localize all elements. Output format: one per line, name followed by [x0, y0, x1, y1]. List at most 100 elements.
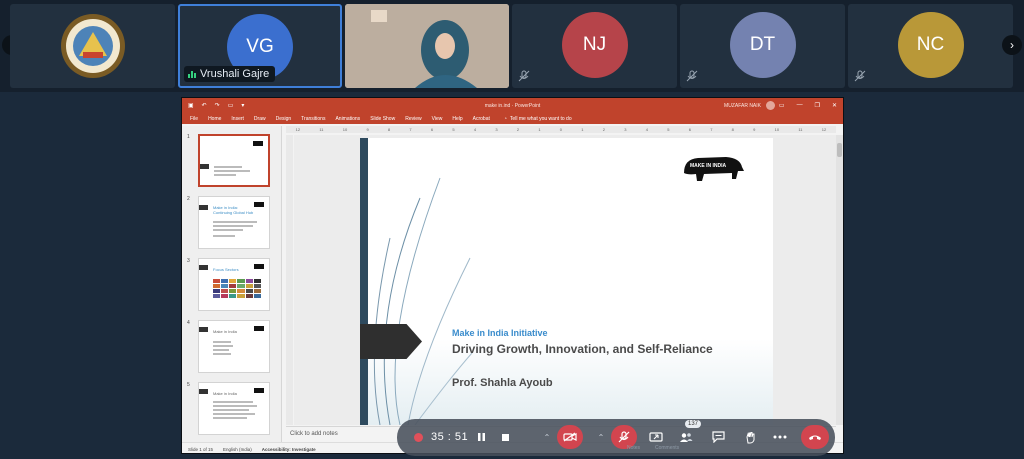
ruler-tick: 10 — [342, 127, 348, 132]
mic-off-icon — [618, 431, 630, 443]
participant-video-tile[interactable] — [345, 4, 509, 88]
language-status[interactable]: English (India) — [223, 447, 252, 452]
tab-insert[interactable]: Insert — [231, 116, 244, 122]
scrollbar-thumb[interactable] — [837, 143, 842, 157]
ruler-tick: 11 — [798, 127, 803, 132]
thumbnail-text-line — [213, 405, 257, 407]
video-feed — [345, 4, 509, 88]
tab-review[interactable]: Review — [405, 116, 421, 122]
make-in-india-lion-logo: MAKE IN INDIA — [682, 153, 746, 183]
ruler-tick: 11 — [319, 127, 324, 132]
stop-recording-button[interactable] — [497, 425, 513, 449]
window-controls: ▭ — ❐ ✕ — [779, 102, 837, 109]
maximize-icon[interactable]: ❐ — [815, 102, 820, 109]
user-name[interactable]: MUZAFAR NAIK — [724, 103, 761, 109]
ribbon-display-icon[interactable]: ▭ — [779, 102, 785, 109]
participant-strip: ‹ VG Vrushali Gajre NJ DT — [0, 0, 1024, 92]
tab-slide-show[interactable]: Slide Show — [370, 116, 395, 122]
slide-thumbnail-1[interactable] — [198, 134, 270, 187]
participant-tile-dt[interactable]: DT — [680, 4, 845, 88]
participant-tile-nj[interactable]: NJ — [512, 4, 677, 88]
slide-thumbnail-2[interactable]: Make in India: Continuing Global Hub — [198, 196, 270, 249]
thumbnail-logo — [254, 388, 264, 393]
thumbnail-logo — [254, 326, 264, 331]
slide-thumbnail-3[interactable]: Focus Sectors — [198, 258, 270, 311]
tab-transitions[interactable]: Transitions — [301, 116, 325, 122]
camera-off-button[interactable] — [557, 425, 583, 449]
minimize-icon[interactable]: — — [797, 102, 803, 109]
tab-home[interactable]: Home — [208, 116, 221, 122]
participant-tile-logo[interactable] — [10, 4, 175, 88]
current-slide[interactable]: MAKE IN INDIA Make in India Initiative D… — [360, 138, 773, 425]
thumbnail-number: 3 — [187, 258, 190, 264]
participant-name: Vrushali Gajre — [200, 68, 270, 80]
ruler-tick: 7 — [409, 127, 412, 132]
thumbnail-text-line — [213, 417, 247, 419]
avatar: NJ — [561, 12, 628, 78]
avatar: NC — [897, 12, 964, 78]
pause-recording-button[interactable] — [473, 425, 489, 449]
chat-button[interactable] — [707, 425, 729, 449]
ruler-tick: 1 — [538, 127, 541, 132]
slide-thumbnail-4[interactable]: Make in India — [198, 320, 270, 373]
leave-meeting-button[interactable] — [801, 425, 829, 449]
ruler-tick: 2 — [516, 127, 520, 132]
chevron-right-icon[interactable]: › — [1002, 35, 1022, 55]
ruler-tick: 12 — [821, 127, 827, 132]
accessibility-status[interactable]: Accessibility: Investigate — [262, 447, 316, 452]
mic-off-icon — [854, 70, 866, 82]
tell-me-search[interactable]: ◔ Tell me what you want to do — [504, 116, 572, 122]
stop-icon — [501, 433, 509, 441]
chevron-up-icon[interactable]: ⌃ — [541, 425, 553, 449]
ruler-tick: 7 — [710, 127, 713, 132]
ruler-tick: 6 — [688, 127, 691, 132]
chevron-up-icon[interactable]: ⌃ — [595, 425, 607, 449]
tab-acrobat[interactable]: Acrobat — [473, 116, 490, 122]
thumbnail-number: 2 — [187, 196, 190, 202]
tab-file[interactable]: File — [190, 116, 198, 122]
participant-tile-vg[interactable]: VG Vrushali Gajre — [178, 4, 342, 88]
user-avatar[interactable] — [766, 101, 775, 110]
ruler-tick: 4 — [473, 127, 477, 132]
thumbnail-number: 4 — [187, 320, 190, 326]
thumbnail-heading: Make in India — [213, 391, 237, 396]
tab-animations[interactable]: Animations — [335, 116, 360, 122]
tab-view[interactable]: View — [432, 116, 443, 122]
thumbnail-arrow-shape — [200, 164, 209, 169]
vertical-scrollbar[interactable] — [836, 135, 843, 425]
tab-help[interactable]: Help — [452, 116, 462, 122]
vertical-ruler — [286, 135, 293, 425]
recording-timer: 35 : 51 — [431, 431, 469, 443]
tab-design[interactable]: Design — [276, 116, 292, 122]
thumbnail-arrow-shape — [199, 389, 208, 394]
ruler-tick: 10 — [774, 127, 780, 132]
participant-tile-nc[interactable]: NC — [848, 4, 1013, 88]
thumbnail-text-line — [213, 225, 253, 227]
comments-status-label: Comments — [655, 445, 680, 451]
thumbnail-text-line — [213, 353, 231, 355]
ruler-tick: 0 — [559, 127, 563, 132]
ribbon-tabs: File Home Insert Draw Design Transitions… — [182, 113, 843, 124]
thumbnail-logo — [254, 264, 264, 269]
thumbnail-text-line — [214, 170, 250, 172]
slide-info: Slide 1 of 15 — [188, 446, 214, 452]
slide-author: Prof. Shahla Ayoub — [452, 377, 553, 389]
more-options-button[interactable] — [769, 425, 791, 449]
ruler-tick: 5 — [667, 127, 670, 132]
thumbnail-text-line — [213, 235, 235, 237]
thumbnail-text-line — [214, 166, 242, 168]
thumbnail-heading: Make in India — [213, 329, 237, 334]
meeting-toolbar: 35 : 51 ⌃ ⌃ 137 Notes Comments — [397, 419, 835, 456]
tab-draw[interactable]: Draw — [254, 116, 266, 122]
thumbnail-text-line — [213, 409, 249, 411]
notes-status-label: Notes — [627, 445, 641, 451]
horizontal-ruler: 12 11 10 9 8 7 6 5 4 3 2 1 0 1 2 3 4 5 6 7 8 9 10 11 12 — [286, 126, 836, 133]
close-icon[interactable]: ✕ — [832, 102, 837, 109]
ruler-tick: 8 — [387, 127, 391, 132]
reactions-button[interactable] — [739, 425, 761, 449]
shared-screen: ▣ ↶ ↷ ▭ ▾ make in.ind · PowerPoint MUZAF… — [181, 97, 844, 454]
ruler-tick: 12 — [295, 127, 301, 132]
slide-thumbnail-5[interactable]: Make in India — [198, 382, 270, 435]
thumbnail-text-line — [214, 174, 236, 176]
thumbnail-text-line — [213, 401, 253, 403]
